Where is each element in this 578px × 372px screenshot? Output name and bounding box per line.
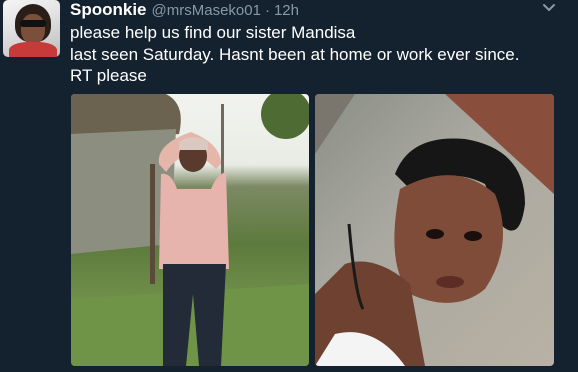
tweet[interactable]: Spoonkie @mrsMaseko01 · 12h please help … bbox=[0, 0, 578, 372]
tweet-text: please help us find our sister Mandisa l… bbox=[70, 22, 570, 87]
tweet-text-line: please help us find our sister Mandisa bbox=[70, 23, 356, 42]
user-handle[interactable]: @mrsMaseko01 bbox=[152, 2, 261, 19]
tweet-text-line: RT please bbox=[70, 66, 147, 85]
tweet-header: Spoonkie @mrsMaseko01 · 12h bbox=[70, 0, 299, 20]
display-name[interactable]: Spoonkie bbox=[70, 0, 147, 20]
separator-dot: · bbox=[264, 2, 270, 19]
chevron-down-icon[interactable] bbox=[542, 3, 556, 13]
tweet-text-line: last seen Saturday. Hasnt been at home o… bbox=[70, 44, 520, 64]
avatar[interactable] bbox=[3, 0, 60, 57]
tweet-photo-1[interactable] bbox=[71, 94, 309, 366]
timestamp[interactable]: 12h bbox=[274, 2, 299, 19]
tweet-photo-2[interactable] bbox=[315, 94, 554, 366]
